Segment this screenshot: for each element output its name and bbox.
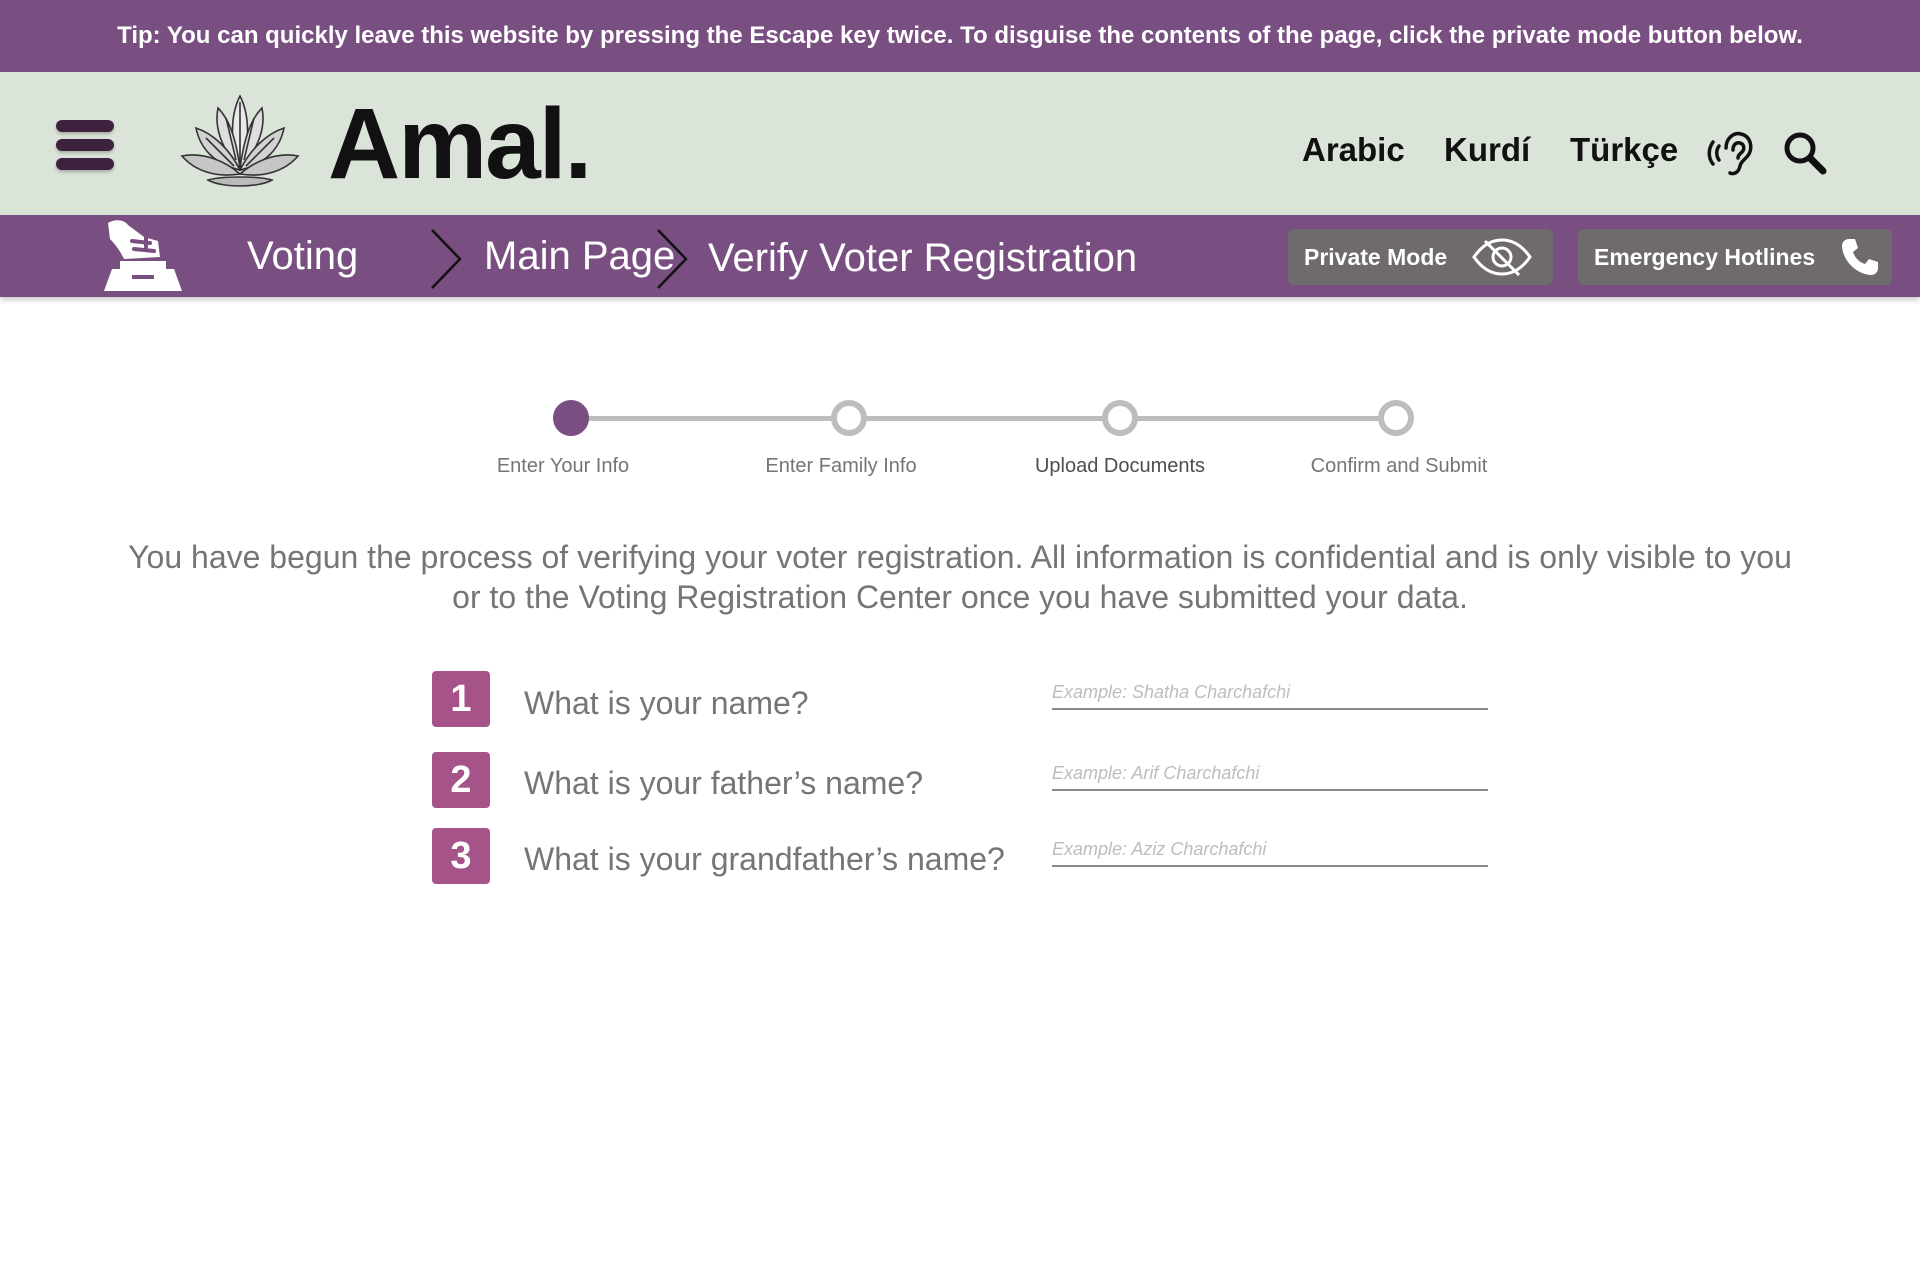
language-kurdi-link[interactable]: Kurdí — [1444, 132, 1530, 168]
question-label: What is your grandfather’s name? — [524, 841, 1005, 877]
step-dot-2[interactable] — [831, 400, 867, 436]
step-label-3[interactable]: Upload Documents — [1035, 455, 1205, 478]
step-dot-3[interactable] — [1102, 400, 1138, 436]
question-label: What is your father’s name? — [524, 765, 923, 801]
step-dot-4[interactable] — [1378, 400, 1414, 436]
breadcrumb-bar: Voting Main Page Verify Voter Registrati… — [0, 215, 1920, 297]
eye-slash-icon — [1472, 238, 1532, 277]
phone-icon — [1842, 239, 1878, 275]
menu-icon-bar — [56, 120, 114, 132]
name-input[interactable] — [1052, 676, 1488, 710]
tip-banner: Tip: You can quickly leave this website … — [0, 0, 1920, 72]
question-number-badge: 3 — [432, 828, 490, 884]
language-arabic-link[interactable]: Arabic — [1302, 132, 1405, 168]
chevron-right-icon — [657, 229, 688, 289]
intro-text: You have begun the process of verifying … — [128, 539, 1792, 615]
menu-icon-bar — [56, 158, 114, 170]
breadcrumb-current-page: Verify Voter Registration — [708, 236, 1138, 280]
chevron-right-icon — [431, 229, 462, 289]
grandfather-name-input[interactable] — [1052, 833, 1488, 867]
site-header: Amal. Arabic Kurdí Türkçe — [0, 72, 1920, 215]
ballot-box-icon — [104, 220, 182, 291]
stepper-track — [570, 416, 1396, 421]
question-label: What is your name? — [524, 685, 809, 721]
father-name-input[interactable] — [1052, 757, 1488, 791]
menu-icon-bar — [56, 139, 114, 151]
hearing-icon[interactable] — [1706, 128, 1756, 178]
tip-text: Tip: You can quickly leave this website … — [117, 22, 1803, 49]
emergency-hotlines-label: Emergency Hotlines — [1594, 243, 1816, 270]
question-number-badge: 2 — [432, 752, 490, 808]
emergency-hotlines-button[interactable]: Emergency Hotlines — [1578, 229, 1892, 285]
step-label-1[interactable]: Enter Your Info — [497, 455, 629, 478]
step-label-2[interactable]: Enter Family Info — [765, 455, 916, 478]
step-dot-1[interactable] — [553, 400, 589, 436]
site-logo-text[interactable]: Amal. — [328, 94, 592, 194]
language-turkce-link[interactable]: Türkçe — [1570, 132, 1678, 168]
breadcrumb-main-page[interactable]: Main Page — [484, 233, 675, 279]
lotus-logo-icon — [180, 94, 300, 187]
private-mode-button[interactable]: Private Mode — [1288, 229, 1553, 285]
question-number-badge: 1 — [432, 671, 490, 727]
menu-button[interactable] — [56, 120, 114, 170]
breadcrumb-section-voting[interactable]: Voting — [247, 233, 358, 279]
step-label-4[interactable]: Confirm and Submit — [1311, 455, 1488, 478]
search-icon[interactable] — [1782, 130, 1828, 176]
private-mode-label: Private Mode — [1304, 243, 1448, 270]
